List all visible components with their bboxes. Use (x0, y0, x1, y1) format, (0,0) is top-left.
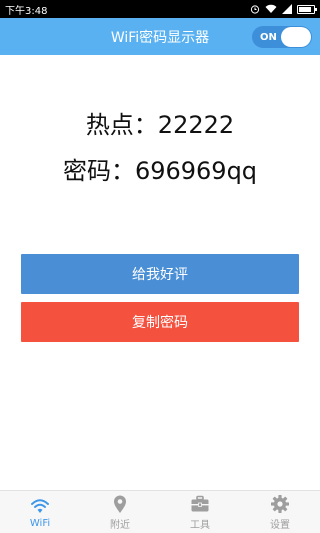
bottom-nav: WiFi 附近 工具 设置 (0, 490, 320, 533)
status-bar: 下午3:48 (0, 0, 320, 18)
nav-label-settings: 设置 (270, 519, 290, 531)
cellular-signal-icon (282, 4, 292, 14)
wifi-signal-icon (265, 4, 277, 13)
rate-us-button[interactable]: 给我好评 (21, 254, 299, 294)
nav-item-tools[interactable]: 工具 (160, 491, 240, 533)
toolbox-icon (191, 495, 209, 511)
gear-icon (271, 494, 289, 513)
status-icons (250, 4, 317, 14)
nav-label-wifi: WiFi (29, 517, 51, 529)
nav-item-settings[interactable]: 设置 (240, 491, 320, 533)
location-pin-icon (114, 495, 126, 513)
on-off-toggle[interactable]: ON (252, 26, 312, 48)
nav-item-nearby[interactable]: 附近 (80, 491, 160, 533)
battery-level (299, 6, 311, 12)
toggle-knob (281, 27, 311, 47)
hotspot-name-text: 热点：22222 (85, 111, 235, 139)
copy-password-button[interactable]: 复制密码 (21, 302, 299, 342)
nav-item-wifi[interactable]: WiFi (0, 491, 80, 533)
wifi-icon (31, 498, 49, 513)
page-title: WiFi密码显示器 (110, 29, 210, 46)
status-time: 下午3:48 (5, 5, 48, 17)
toggle-label: ON (260, 31, 277, 43)
alarm-icon (250, 5, 260, 14)
main-content: 热点：22222 密码：696969qq 给我好评 复制密码 (0, 55, 320, 490)
nav-label-tools: 工具 (190, 519, 210, 531)
wifi-password-text: 密码：696969qq (62, 157, 258, 185)
app-bar: WiFi密码显示器 ON (0, 18, 320, 55)
battery-icon (297, 4, 317, 14)
nav-label-nearby: 附近 (110, 519, 130, 531)
